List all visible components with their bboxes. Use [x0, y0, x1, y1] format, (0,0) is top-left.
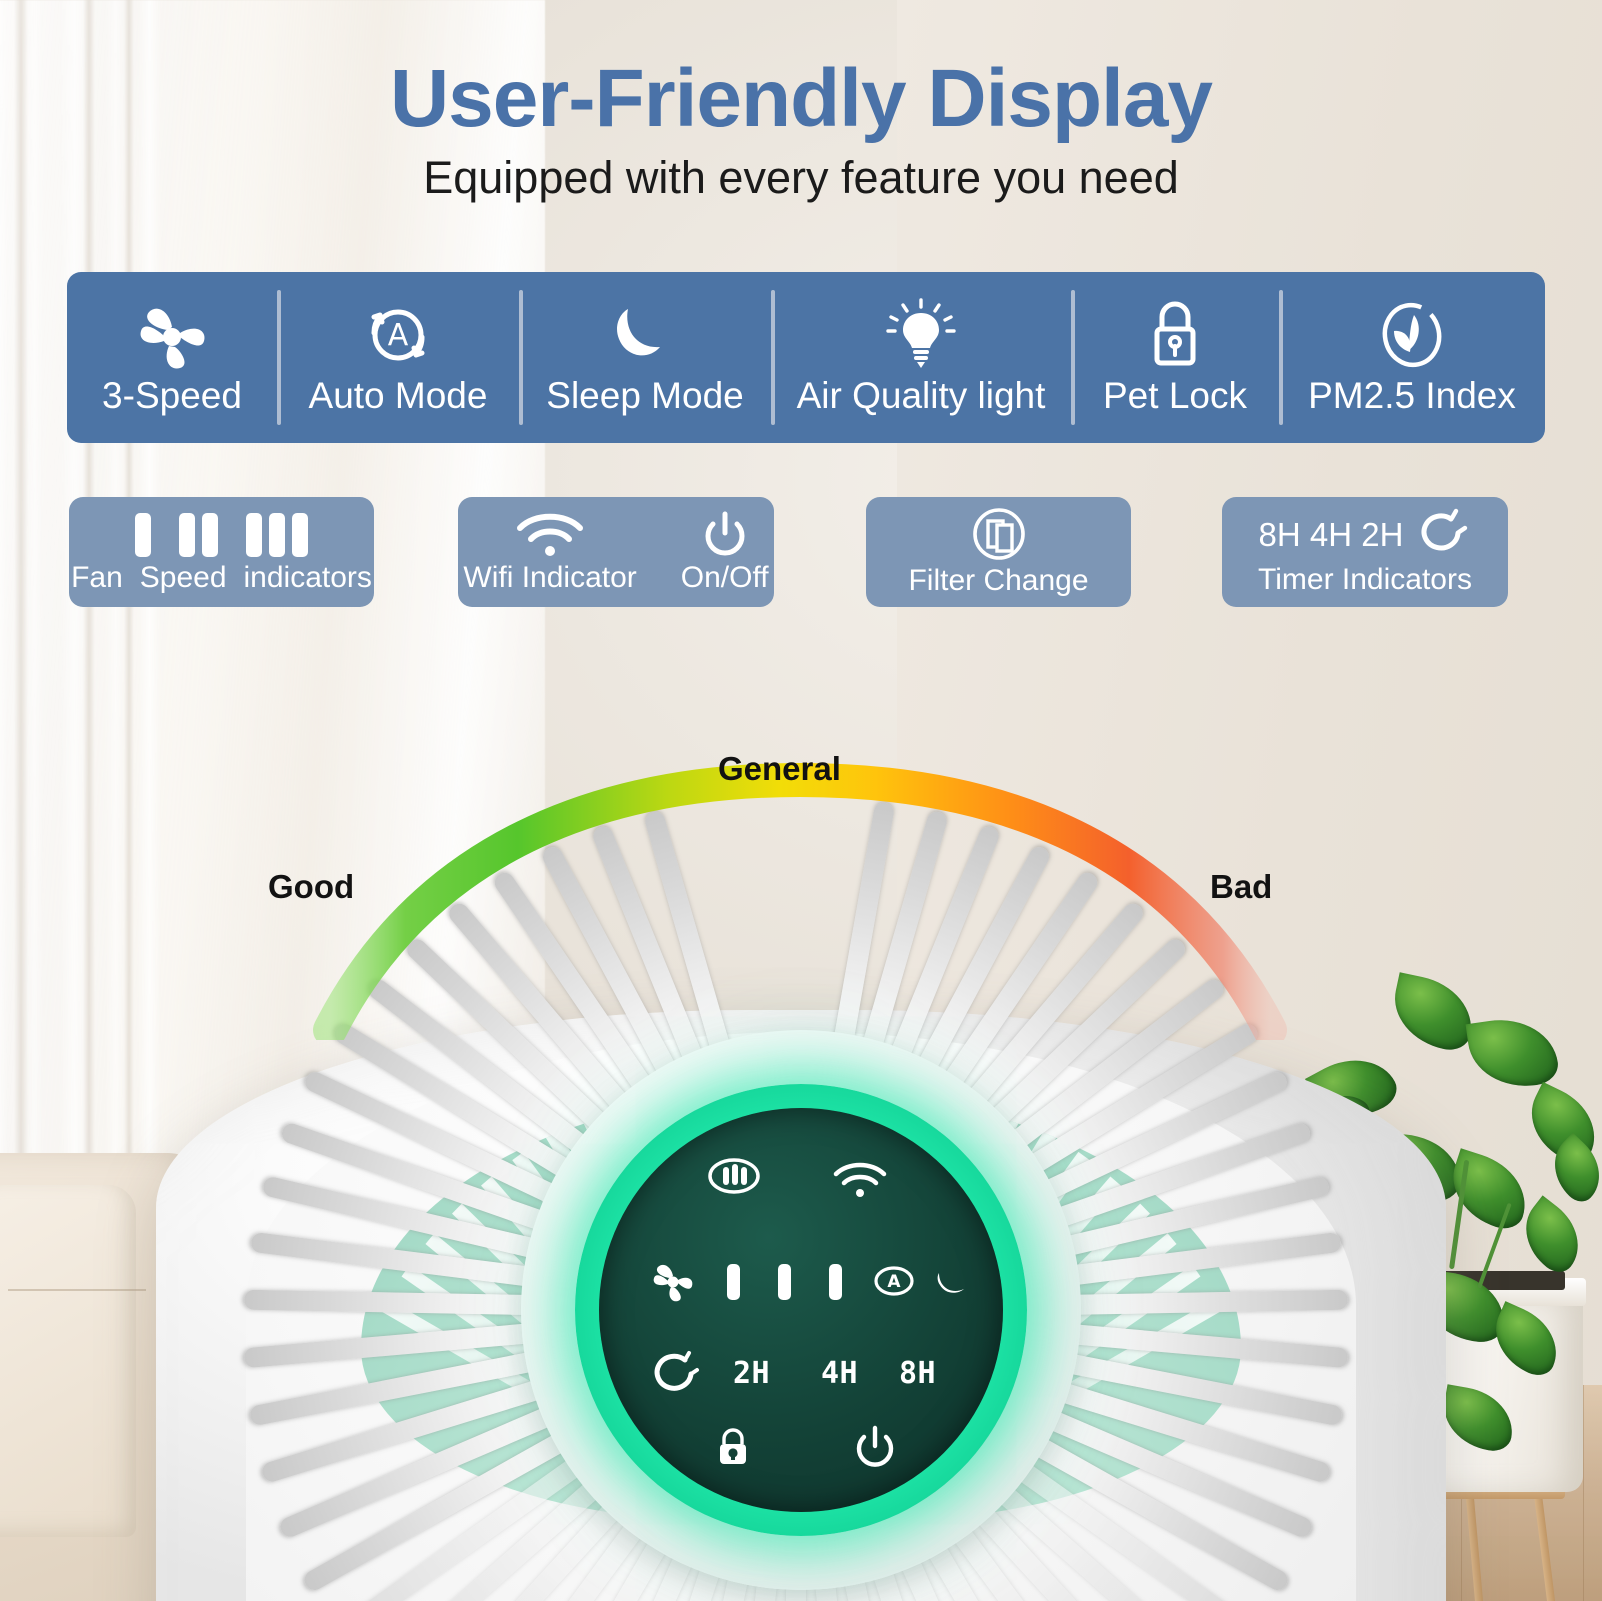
timer-2h-label[interactable]: 2H — [733, 1356, 770, 1391]
leaf-oval-icon — [1372, 299, 1452, 373]
pill-label-filter: Filter Change — [908, 564, 1089, 597]
speed-bar-1[interactable] — [727, 1264, 740, 1300]
pill-label-power: On/Off — [680, 561, 769, 594]
fan-speed-bars-icon — [134, 509, 308, 557]
arc-label-general: General — [718, 750, 841, 787]
moon-icon[interactable] — [933, 1263, 973, 1306]
feature-auto-mode[interactable]: A Auto Mode — [277, 272, 519, 443]
feature-sleep-mode[interactable]: Sleep Mode — [519, 272, 771, 443]
lightbulb-icon — [878, 298, 964, 373]
feature-3-speed[interactable]: 3-Speed — [67, 272, 277, 443]
timer-hours-label: 8H 4H 2H — [1258, 516, 1404, 553]
moon-icon — [608, 299, 682, 373]
fan-icon[interactable] — [647, 1258, 699, 1311]
arc-label-bad: Bad — [1210, 868, 1273, 905]
pill-wifi-power[interactable]: Wifi Indicator On/Off — [458, 497, 774, 607]
feature-label: Sleep Mode — [546, 375, 744, 417]
arc-label-good: Good — [268, 868, 355, 905]
air-purifier-device: A 2H 4H 8H — [151, 801, 1451, 1601]
timer-icon — [1415, 507, 1471, 564]
pill-filter-change[interactable]: Filter Change — [866, 497, 1131, 607]
pill-label-wifi: Wifi Indicator — [463, 561, 637, 594]
pill-label-timer: Timer Indicators — [1258, 563, 1472, 596]
power-icon[interactable] — [851, 1424, 899, 1477]
speed-bar-2[interactable] — [778, 1264, 791, 1300]
feature-label: PM2.5 Index — [1308, 375, 1516, 417]
page-subtitle: Equipped with every feature you need — [423, 152, 1179, 203]
feature-pet-lock[interactable]: Pet Lock — [1071, 272, 1279, 443]
sofa-seam — [8, 1288, 146, 1291]
auto-mode-icon: A — [358, 299, 438, 373]
control-panel-screen[interactable]: A 2H 4H 8H — [599, 1108, 1003, 1512]
svg-text:A: A — [887, 1272, 901, 1292]
feature-pm25-index[interactable]: PM2.5 Index — [1279, 272, 1545, 443]
auto-mode-icon[interactable]: A — [871, 1260, 917, 1307]
feature-air-quality-light[interactable]: Air Quality light — [771, 272, 1071, 443]
feature-bar: 3-Speed A Auto Mode Sleep Mode Air Quali… — [67, 272, 1545, 443]
wifi-group[interactable]: Wifi Indicator — [463, 509, 637, 595]
feature-label: 3-Speed — [102, 375, 242, 417]
pill-timer-indicators[interactable]: 8H 4H 2H Timer Indicators — [1222, 497, 1508, 607]
child-lock-icon[interactable] — [711, 1426, 755, 1475]
pill-label-fan: Fan — [71, 561, 123, 594]
feature-label: Air Quality light — [796, 375, 1046, 417]
plant-leaf — [1465, 1012, 1561, 1094]
sofa-arm — [0, 1184, 137, 1537]
timer-8h-label[interactable]: 8H — [899, 1356, 936, 1391]
feature-label: Pet Lock — [1103, 375, 1247, 417]
wifi-icon[interactable] — [831, 1160, 889, 1205]
filter-change-icon — [968, 506, 1030, 564]
speed-bar-3[interactable] — [829, 1264, 842, 1300]
pill-label-speed: Speed — [139, 561, 227, 594]
fan-icon — [129, 299, 215, 373]
wifi-icon — [514, 509, 586, 561]
timer-icon[interactable] — [647, 1348, 703, 1405]
pill-label-indicators: indicators — [243, 561, 372, 594]
power-group[interactable]: On/Off — [681, 509, 769, 595]
timer-4h-label[interactable]: 4H — [821, 1356, 858, 1391]
feature-label: Auto Mode — [308, 375, 488, 417]
power-icon — [699, 509, 751, 561]
filter-reset-icon[interactable] — [707, 1156, 761, 1201]
pill-fan-speed[interactable]: Fan Speed indicators — [69, 497, 374, 607]
page-title: User-Friendly Display — [389, 53, 1213, 144]
padlock-icon — [1140, 299, 1210, 373]
air-quality-arc: Good General Bad — [220, 740, 1380, 1047]
svg-text:A: A — [388, 318, 409, 353]
